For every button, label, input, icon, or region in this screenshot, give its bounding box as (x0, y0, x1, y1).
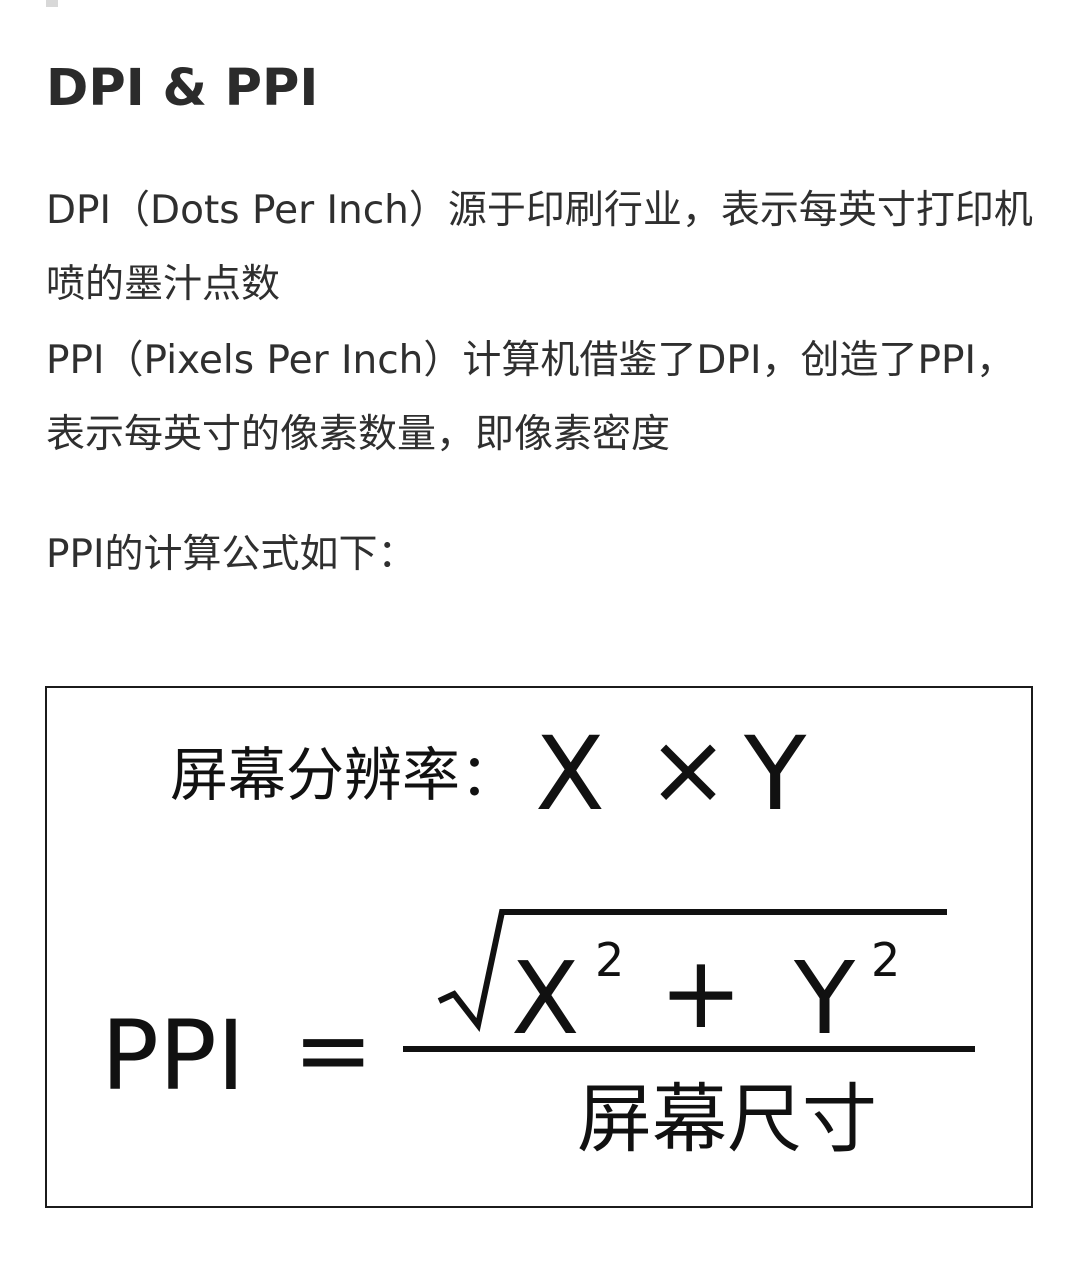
ppi-description: PPI（Pixels Per Inch）计算机借鉴了DPI，创造了PPI，表示每… (46, 338, 1015, 457)
formula-intro: PPI的计算公式如下： (46, 532, 417, 577)
plus-sign: + (659, 934, 743, 1051)
numerator-x-exponent: 2 (595, 933, 624, 987)
resolution-label: 屏幕分辨率： (170, 741, 518, 809)
resolution-y: Y (743, 715, 807, 834)
page-title: DPI & PPI (46, 59, 319, 118)
numerator-x: X (511, 940, 580, 1057)
top-scroll-marker (46, 0, 58, 7)
denominator-screen-size: 屏幕尺寸 (577, 1075, 877, 1163)
numerator-y-exponent: 2 (871, 933, 900, 987)
formula-lhs: PPI (101, 1000, 245, 1112)
dpi-description: DPI（Dots Per Inch）源于印刷行业，表示每英寸打印机喷的墨汁点数 (46, 188, 1033, 307)
resolution-x: X (535, 715, 605, 834)
numerator-y: Y (793, 940, 856, 1057)
ppi-formula-svg: 屏幕分辨率： X × Y PPI = X 2 + Y 2 屏幕尺寸 (101, 713, 975, 1163)
times-symbol: × (647, 713, 729, 827)
equals-sign: = (293, 994, 373, 1106)
ppi-formula-image: 屏幕分辨率： X × Y PPI = X 2 + Y 2 屏幕尺寸 (45, 686, 1033, 1208)
